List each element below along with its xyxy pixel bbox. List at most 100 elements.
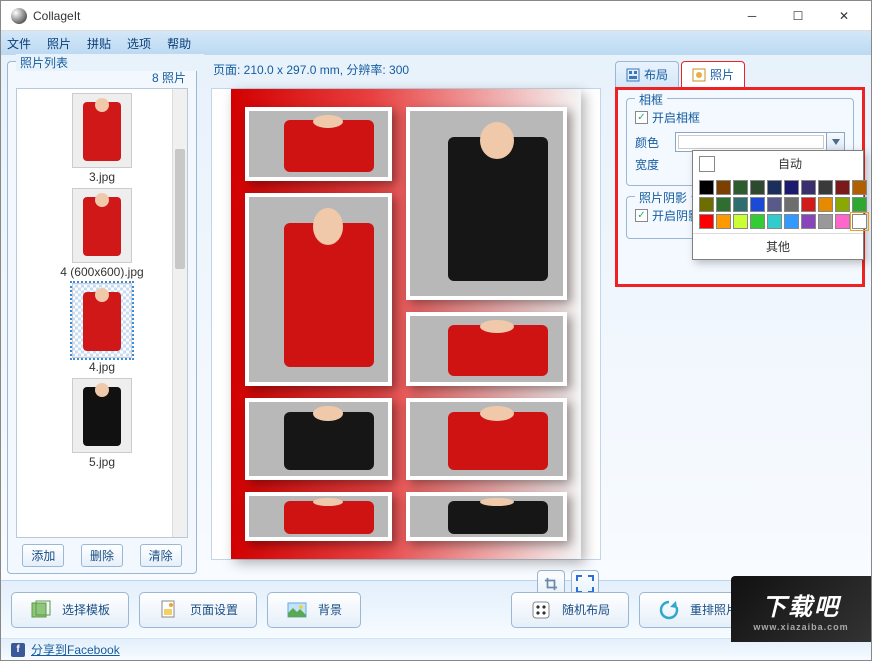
thumbnail-item[interactable]: 3.jpg (17, 93, 187, 184)
photo-list-title: 照片列表 (16, 54, 204, 71)
random-layout-button[interactable]: 随机布局 (511, 592, 629, 628)
enable-frame-label: 开启相框 (652, 109, 700, 126)
color-swatch-option[interactable] (801, 214, 816, 229)
color-swatch-option[interactable] (699, 214, 714, 229)
thumbnail-item[interactable]: 5.jpg (17, 378, 187, 469)
collage-cell[interactable] (406, 312, 567, 386)
minimize-button[interactable]: ─ (729, 1, 775, 31)
color-swatch-option[interactable] (733, 214, 748, 229)
menu-options[interactable]: 选项 (127, 35, 151, 52)
collage-photo (249, 496, 388, 537)
color-swatch-option[interactable] (750, 214, 765, 229)
collage-photo (249, 402, 388, 476)
color-swatch-option[interactable] (733, 197, 748, 212)
auto-color-row[interactable]: 自动 (693, 151, 863, 176)
refresh-icon (658, 599, 680, 621)
color-swatch-option[interactable] (784, 197, 799, 212)
color-swatch-option[interactable] (835, 197, 850, 212)
color-swatch-option[interactable] (716, 214, 731, 229)
color-swatch-option[interactable] (852, 180, 867, 195)
collage-cell[interactable] (245, 398, 392, 480)
collage-cell[interactable] (245, 107, 392, 181)
color-swatch-option[interactable] (784, 180, 799, 195)
thumbnail-item[interactable]: 4 (600x600).jpg (17, 188, 187, 279)
thumbnail-label: 4.jpg (17, 360, 187, 374)
page-icon (158, 599, 180, 621)
color-swatch-option[interactable] (699, 180, 714, 195)
color-swatch-option[interactable] (767, 214, 782, 229)
collage-photo (410, 496, 563, 537)
collage-cell[interactable] (406, 398, 567, 480)
color-field[interactable] (675, 132, 845, 152)
delete-button[interactable]: 删除 (81, 544, 123, 567)
page-setup-button[interactable]: 页面设置 (139, 592, 257, 628)
collage-cell[interactable] (406, 492, 567, 541)
color-swatch-option[interactable] (733, 180, 748, 195)
collage-cell[interactable] (245, 193, 392, 386)
background-button[interactable]: 背景 (267, 592, 361, 628)
thumbnail-image (72, 188, 132, 263)
export-icon (786, 599, 808, 621)
window-title: CollageIt (33, 9, 729, 23)
app-icon (11, 8, 27, 24)
page-info-label: 页面: 210.0 x 297.0 mm, 分辨率: 300 (203, 55, 609, 84)
color-swatch-option[interactable] (767, 197, 782, 212)
color-swatch-option[interactable] (750, 197, 765, 212)
color-swatch-option[interactable] (818, 214, 833, 229)
collage-cell[interactable] (406, 107, 567, 300)
menu-collage[interactable]: 拼贴 (87, 35, 111, 52)
thumbnail-image (72, 93, 132, 168)
color-swatch-option[interactable] (784, 214, 799, 229)
color-swatch-option[interactable] (852, 197, 867, 212)
photo-count-label: 8 照片 (8, 69, 196, 88)
color-swatch-option[interactable] (835, 214, 850, 229)
add-button[interactable]: 添加 (22, 544, 64, 567)
color-label: 颜色 (635, 134, 669, 151)
color-swatch-option[interactable] (767, 180, 782, 195)
color-swatch-option[interactable] (716, 197, 731, 212)
template-icon (30, 599, 52, 621)
color-swatch-option[interactable] (818, 180, 833, 195)
maximize-button[interactable]: ☐ (775, 1, 821, 31)
menu-file[interactable]: 文件 (7, 35, 31, 52)
statusbar: f 分享到Facebook (1, 638, 871, 660)
auto-color-swatch (699, 156, 715, 172)
color-swatch-option[interactable] (699, 197, 714, 212)
thumbnail-label: 5.jpg (17, 455, 187, 469)
clear-button[interactable]: 清除 (140, 544, 182, 567)
thumbnail-list[interactable]: 3.jpg4 (600x600).jpg 4.jpg 5.jpg (16, 88, 188, 538)
photo-settings-panel: 相框 ✓ 开启相框 颜色 宽度 (615, 87, 865, 287)
color-swatch-option[interactable] (801, 197, 816, 212)
color-swatch-option[interactable] (716, 180, 731, 195)
menu-help[interactable]: 帮助 (167, 35, 191, 52)
thumbnail-image (72, 378, 132, 453)
menubar: 文件 照片 拼贴 选项 帮助 (1, 31, 871, 55)
tab-photo[interactable]: 照片 (681, 61, 745, 87)
menu-photo[interactable]: 照片 (47, 35, 71, 52)
color-dropdown-button[interactable] (826, 133, 844, 151)
other-colors-button[interactable]: 其他 (693, 233, 863, 259)
width-label: 宽度 (635, 156, 669, 173)
collage-photo (410, 111, 563, 296)
select-template-button[interactable]: 选择模板 (11, 592, 129, 628)
color-swatch-option[interactable] (801, 180, 816, 195)
enable-shadow-checkbox[interactable]: ✓ (635, 209, 648, 222)
color-swatch-option[interactable] (750, 180, 765, 195)
color-swatch-option[interactable] (852, 214, 867, 229)
enable-frame-checkbox[interactable]: ✓ (635, 111, 648, 124)
collage-photo (410, 402, 563, 476)
close-button[interactable]: ✕ (821, 1, 867, 31)
thumbnail-item[interactable]: 4.jpg (17, 283, 187, 374)
collage-cell[interactable] (245, 492, 392, 541)
color-swatch-option[interactable] (818, 197, 833, 212)
scrollbar-thumb[interactable] (175, 149, 185, 269)
rearrange-button[interactable]: 重排照片 (639, 592, 757, 628)
scrollbar-vertical[interactable] (172, 89, 187, 537)
canvas[interactable] (211, 88, 601, 560)
color-swatch-option[interactable] (835, 180, 850, 195)
color-picker-popup: 自动 其他 (692, 150, 864, 260)
tab-layout[interactable]: 布局 (615, 61, 679, 87)
collage-photo (249, 111, 388, 177)
share-facebook-link[interactable]: 分享到Facebook (31, 641, 120, 658)
export-button[interactable]: 输出 (767, 592, 861, 628)
